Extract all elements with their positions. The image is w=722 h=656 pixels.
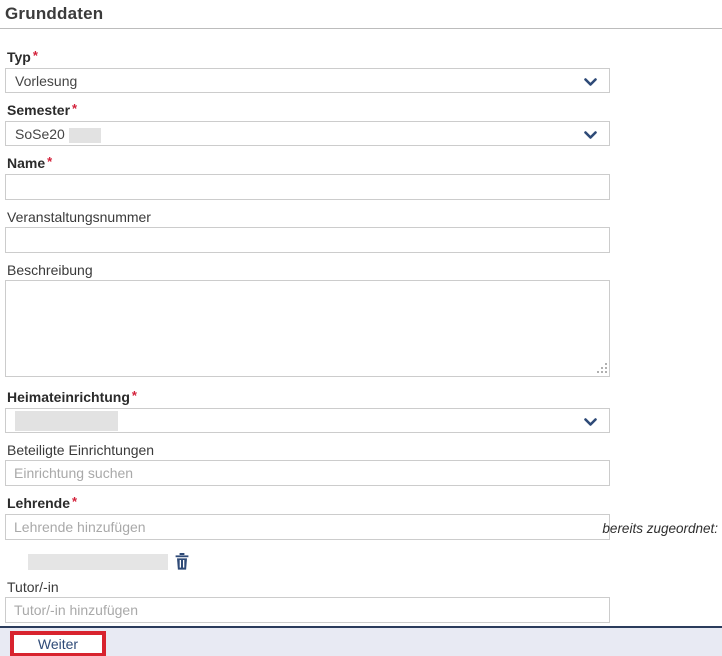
heimateinrichtung-select[interactable]	[5, 408, 610, 433]
typ-select-value: Vorlesung	[15, 73, 77, 89]
field-group-heimateinrichtung: Heimateinrichtung*	[5, 389, 610, 433]
beteiligte-einrichtungen-label: Beteiligte Einrichtungen	[7, 442, 610, 458]
typ-label-text: Typ	[7, 49, 31, 65]
required-asterisk: *	[72, 101, 77, 116]
already-assigned-note: bereits zugeordnet:	[602, 521, 718, 536]
heimateinrichtung-label-text: Heimateinrichtung	[7, 389, 130, 405]
field-group-typ: Typ* Vorlesung	[5, 49, 610, 93]
einrichtung-suchen-input[interactable]	[5, 460, 610, 486]
field-group-name: Name*	[5, 155, 610, 200]
weiter-button[interactable]: Weiter	[14, 635, 102, 653]
field-group-tutor: Tutor/-in	[5, 579, 610, 623]
basic-data-form: Typ* Vorlesung Semester* SoSe20 Name* Ve…	[5, 49, 610, 623]
typ-select[interactable]: Vorlesung	[5, 68, 610, 93]
course-basic-data-page: { "heading": "Grunddaten", "required_mar…	[0, 0, 722, 656]
tutor-label: Tutor/-in	[7, 579, 610, 595]
required-asterisk: *	[47, 154, 52, 169]
typ-label: Typ*	[7, 49, 610, 66]
beschreibung-textarea[interactable]	[5, 280, 610, 377]
required-asterisk: *	[132, 388, 137, 403]
semester-select-value: SoSe20	[15, 126, 65, 142]
field-group-beteiligte-einrichtungen: Beteiligte Einrichtungen	[5, 442, 610, 486]
veranstaltungsnummer-label: Veranstaltungsnummer	[7, 209, 610, 225]
name-label-text: Name	[7, 155, 45, 171]
remove-lecturer-button[interactable]	[175, 553, 189, 570]
beschreibung-label: Beschreibung	[7, 262, 610, 278]
name-label: Name*	[7, 155, 610, 172]
required-asterisk: *	[72, 494, 77, 509]
chevron-down-icon	[584, 131, 597, 140]
name-input[interactable]	[5, 174, 610, 200]
chevron-down-icon	[584, 78, 597, 87]
required-asterisk: *	[33, 48, 38, 63]
assigned-lecturer-row	[28, 553, 610, 570]
lehrende-label-text: Lehrende	[7, 495, 70, 511]
semester-select[interactable]: SoSe20	[5, 121, 610, 146]
beschreibung-textarea-wrap	[5, 280, 610, 377]
heimateinrichtung-label: Heimateinrichtung*	[7, 389, 610, 406]
assigned-lecturer-name-redaction	[28, 554, 168, 570]
semester-label-text: Semester	[7, 102, 70, 118]
lehrende-label: Lehrende*	[7, 495, 610, 512]
tutor-input[interactable]	[5, 597, 610, 623]
semester-label: Semester*	[7, 102, 610, 119]
field-group-lehrende: Lehrende*	[5, 495, 610, 570]
field-group-veranstaltungsnummer: Veranstaltungsnummer	[5, 209, 610, 253]
veranstaltungsnummer-input[interactable]	[5, 227, 610, 253]
red-annotation-highlight: Weiter	[10, 631, 106, 656]
field-group-semester: Semester* SoSe20	[5, 102, 610, 146]
trash-icon	[175, 553, 189, 570]
heimateinrichtung-value-redaction	[15, 411, 118, 431]
chevron-down-icon	[584, 418, 597, 427]
lehrende-input[interactable]	[5, 514, 610, 540]
semester-value-redaction	[69, 128, 101, 143]
footer-action-bar: Weiter	[0, 626, 722, 656]
field-group-beschreibung: Beschreibung	[5, 262, 610, 377]
page-title: Grunddaten	[0, 0, 722, 29]
